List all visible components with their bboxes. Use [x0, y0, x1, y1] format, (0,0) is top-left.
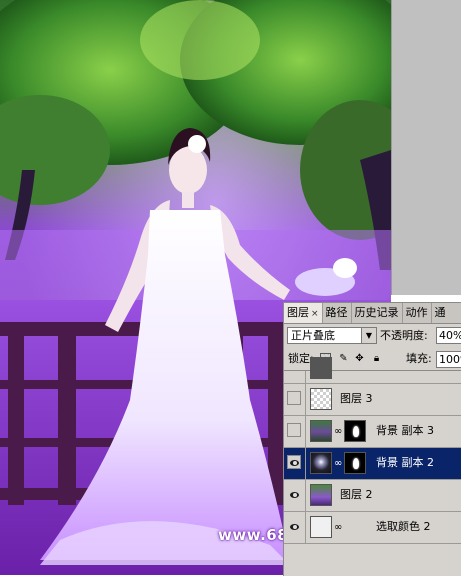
panel-tabs: 图层 × 路径 历史记录 动作 通	[284, 303, 461, 324]
layer-row-selected[interactable]: ∞ 背景 副本 2	[284, 448, 461, 480]
tab-channels[interactable]: 通	[432, 303, 449, 323]
fill-field[interactable]: 100%	[436, 351, 461, 368]
layers-list: 图层 3 ∞ 背景 副本 3 ∞ 背景 副本 2 图层 2 ∞ 选取颜色 2	[284, 357, 461, 544]
layer-name: 背景 副本 3	[376, 424, 434, 437]
link-icon[interactable]: ∞	[334, 522, 342, 533]
tab-actions-label: 动作	[405, 306, 428, 319]
lock-icon[interactable]: 🔒︎	[371, 353, 382, 364]
layers-panel: 图层× 路径 历史记录 动作 通 正片叠底 ▼ 不透明度: 40% 锁定: ✎ …	[283, 302, 461, 576]
move-icon[interactable]: ✥	[354, 353, 365, 364]
tab-layers[interactable]: 图层 ×	[284, 303, 323, 323]
layer-row[interactable]: 图层 2	[284, 480, 461, 512]
eye-icon[interactable]	[287, 519, 301, 533]
blend-mode-select[interactable]: 正片叠底 ▼	[287, 327, 377, 344]
layer-thumbnail	[310, 452, 332, 474]
layer-row[interactable]	[284, 357, 461, 384]
opacity-label: 不透明度:	[380, 329, 428, 342]
link-icon[interactable]: ∞	[334, 458, 342, 469]
layer-thumbnail	[310, 420, 332, 442]
tab-actions[interactable]: 动作	[403, 303, 432, 323]
layer-name: 图层 3	[340, 392, 373, 405]
divider	[305, 512, 306, 543]
layer-row[interactable]: ∞ 背景 副本 3	[284, 416, 461, 448]
layer-row[interactable]: ∞ 选取颜色 2	[284, 512, 461, 544]
adjustment-layer-icon	[310, 516, 332, 538]
eye-icon[interactable]	[287, 455, 301, 469]
layer-thumbnail	[310, 388, 332, 410]
opacity-field[interactable]: 40%	[436, 327, 461, 344]
close-icon[interactable]: ×	[311, 309, 319, 319]
visibility-toggle[interactable]	[287, 391, 301, 405]
eye-icon[interactable]	[287, 487, 301, 501]
tab-layers-label: 图层	[287, 306, 309, 319]
divider	[305, 371, 306, 383]
blend-row: 正片叠底 ▼ 不透明度: 40%	[284, 324, 461, 348]
tab-paths-label: 路径	[325, 306, 348, 319]
brush-icon[interactable]: ✎	[338, 353, 349, 364]
chevron-down-icon[interactable]: ▼	[361, 328, 376, 343]
layer-name: 图层 2	[340, 488, 373, 501]
visibility-toggle[interactable]	[287, 423, 301, 437]
layer-name: 选取颜色 2	[376, 520, 431, 533]
layer-thumbnail	[310, 357, 332, 379]
tab-paths[interactable]: 路径	[323, 303, 352, 323]
divider	[305, 416, 306, 447]
tab-history[interactable]: 历史记录	[352, 303, 403, 323]
layer-mask-thumbnail[interactable]	[344, 420, 366, 442]
tab-channels-label: 通	[434, 306, 446, 319]
layer-thumbnail	[310, 484, 332, 506]
divider	[305, 480, 306, 511]
fill-label: 填充:	[406, 352, 432, 365]
divider	[305, 448, 306, 479]
tab-history-label: 历史记录	[354, 306, 399, 319]
canvas-background	[391, 0, 461, 295]
divider	[305, 384, 306, 415]
link-icon[interactable]: ∞	[334, 426, 342, 437]
layer-mask-thumbnail[interactable]	[344, 452, 366, 474]
layer-row[interactable]: 图层 3	[284, 384, 461, 416]
blend-mode-value: 正片叠底	[291, 329, 335, 342]
layer-name: 背景 副本 2	[376, 456, 434, 469]
